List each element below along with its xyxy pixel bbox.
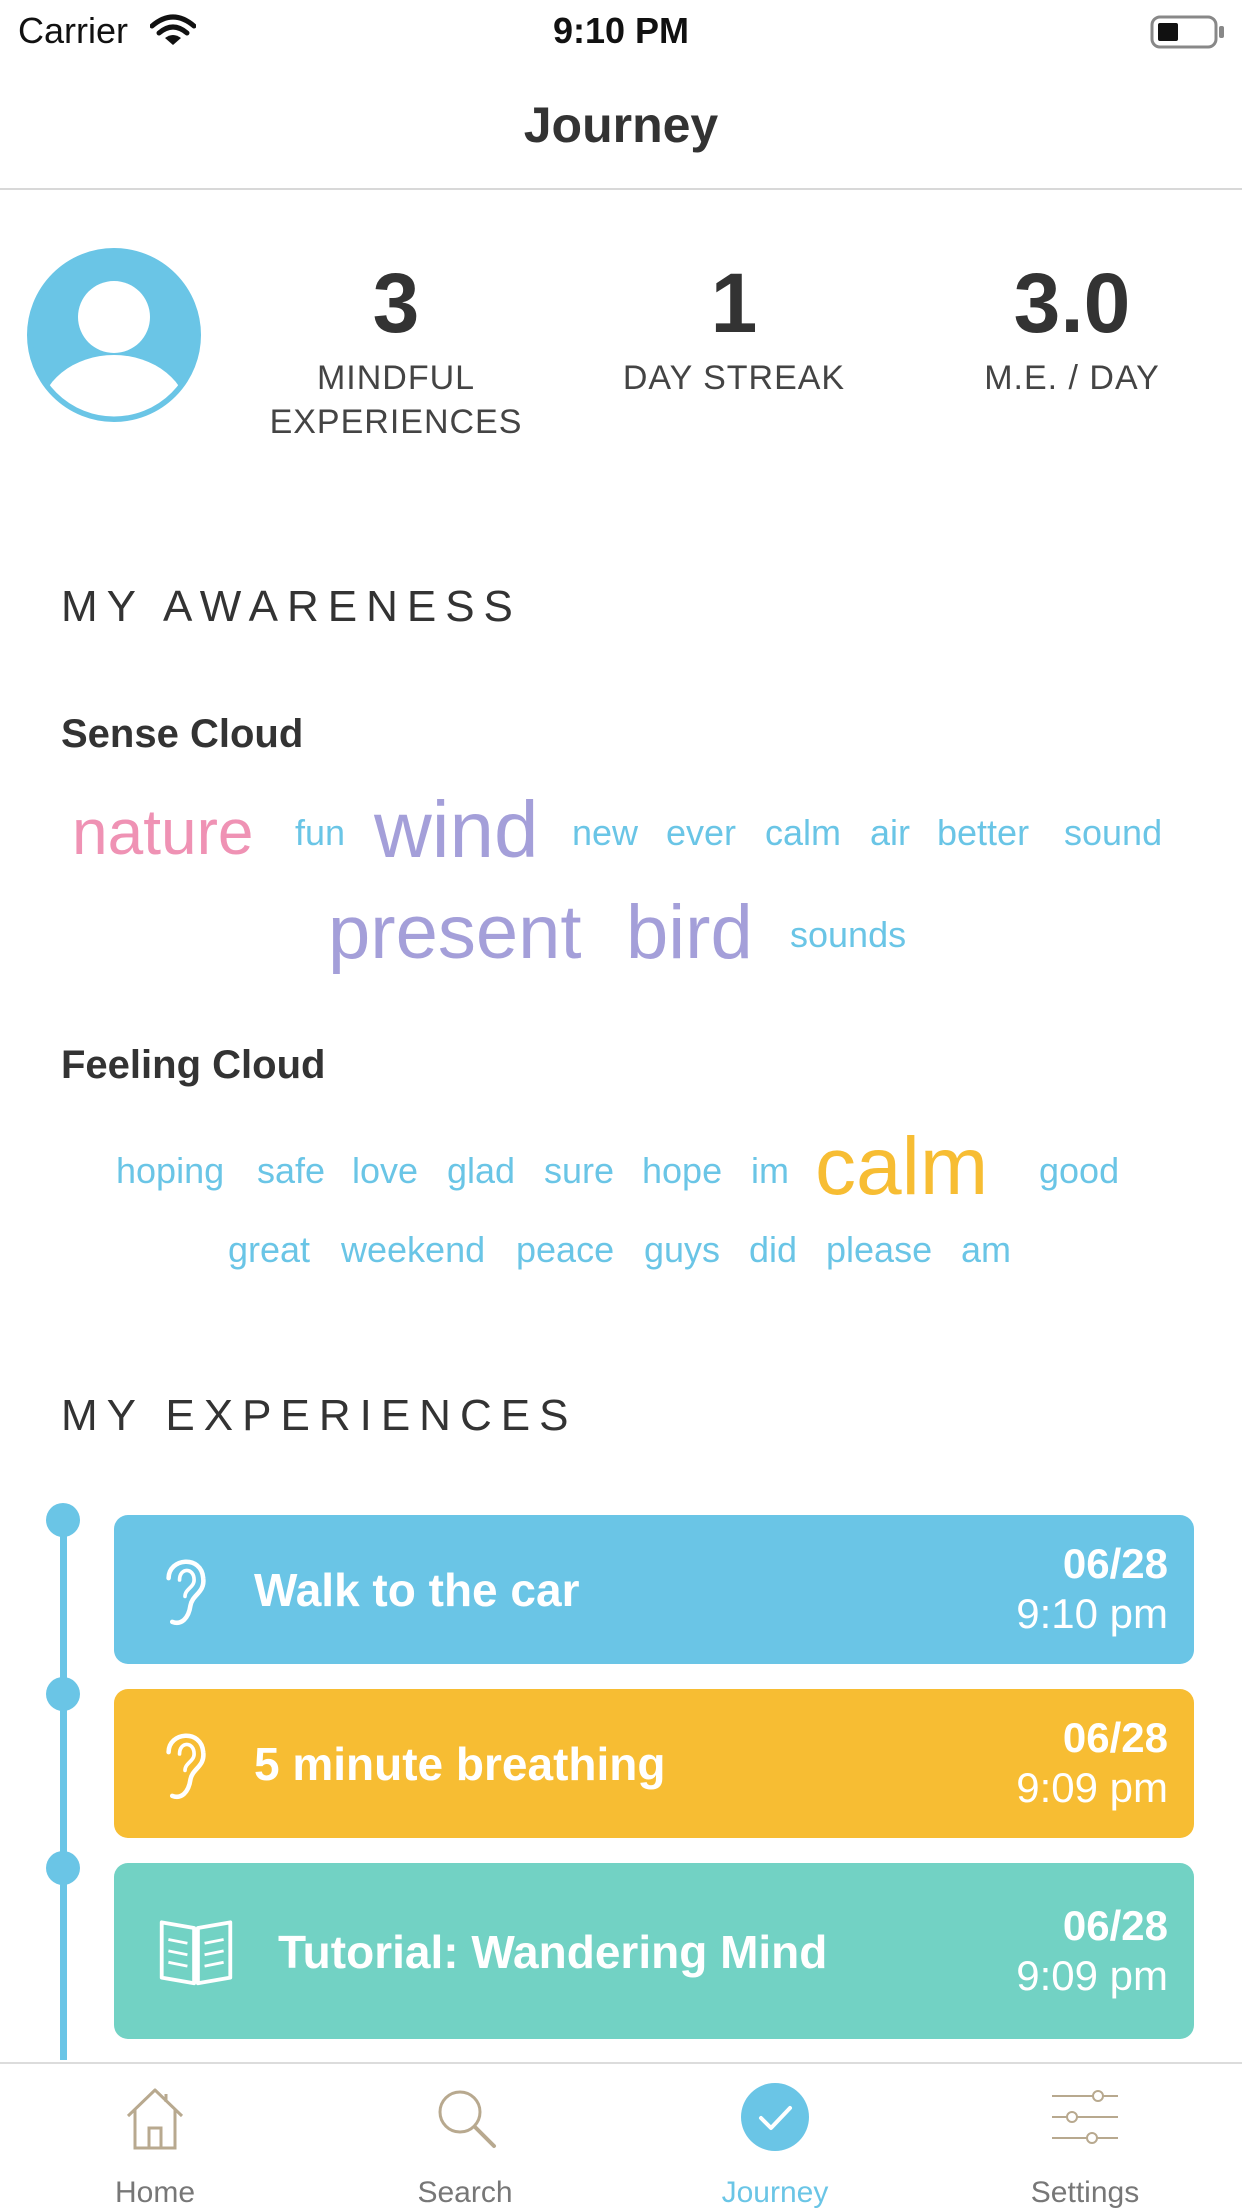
home-icon (126, 2088, 184, 2150)
feeling-word: glad (447, 1150, 516, 1191)
timeline-dot (46, 1503, 80, 1537)
experience-date: 06/28 (1062, 1714, 1168, 1761)
sense-word: air (870, 812, 911, 853)
sense-word: bird (626, 890, 753, 975)
stat-label: DAY STREAK (622, 359, 846, 397)
sense-word: better (937, 812, 1030, 853)
experience-time: 9:09 pm (1016, 1952, 1168, 1999)
feeling-word: safe (257, 1150, 326, 1191)
feeling-word: please (826, 1229, 933, 1270)
stat-value: 1 (710, 256, 758, 350)
sense-word: ever (666, 812, 737, 853)
stat-day-streak: 1 DAY STREAK (584, 258, 884, 400)
experience-card[interactable]: Walk to the car 06/28 9:10 pm (114, 1515, 1194, 1664)
experience-time: 9:09 pm (1016, 1764, 1168, 1811)
tab-home[interactable]: Home (0, 2064, 310, 2210)
experience-date: 06/28 (1062, 1902, 1168, 1949)
feeling-word: peace (516, 1229, 615, 1270)
experience-title: Walk to the car (254, 1564, 580, 1616)
stat-value: 3.0 (1013, 256, 1131, 350)
feeling-word: did (749, 1229, 798, 1270)
experience-card[interactable]: 5 minute breathing 06/28 9:09 pm (114, 1689, 1194, 1838)
tab-journey[interactable]: Journey (620, 2064, 930, 2210)
section-title-awareness: MY AWARENESS (61, 582, 522, 631)
book-icon (159, 1920, 233, 1986)
sense-word: sounds (790, 914, 907, 955)
sense-word: wind (374, 785, 539, 874)
ear-icon (166, 1733, 206, 1800)
timeline-dot (46, 1851, 80, 1885)
status-time: 9:10 PM (552, 10, 690, 51)
sense-word: sound (1064, 812, 1163, 853)
tab-label: Search (417, 2176, 513, 2209)
experience-time: 9:10 pm (1016, 1590, 1168, 1637)
sense-word: calm (765, 812, 842, 853)
feeling-word: am (961, 1229, 1012, 1270)
feeling-word: hope (642, 1150, 723, 1191)
feeling-word: hoping (116, 1150, 225, 1191)
nav-divider (0, 188, 1242, 190)
tab-search[interactable]: Search (310, 2064, 620, 2210)
stat-label-line: EXPERIENCES (269, 403, 523, 441)
avatar-icon[interactable] (26, 247, 202, 423)
page-title: Journey (523, 97, 719, 153)
sliders-icon (1052, 2090, 1118, 2144)
feeling-cloud-heading: Feeling Cloud (61, 1043, 326, 1087)
tab-bar: Home Search Journey Settings (0, 2062, 1242, 2210)
experience-card[interactable]: Tutorial: Wandering Mind 06/28 9:09 pm (114, 1863, 1194, 2039)
feeling-word: guys (644, 1229, 721, 1270)
experience-title: Tutorial: Wandering Mind (278, 1926, 828, 1978)
feeling-word: good (1039, 1150, 1120, 1191)
section-title-experiences: MY EXPERIENCES (61, 1391, 578, 1440)
sense-word: new (572, 812, 639, 853)
stat-value: 3 (372, 256, 420, 350)
tab-settings[interactable]: Settings (930, 2064, 1240, 2210)
battery-icon (1150, 15, 1224, 49)
feeling-word: great (228, 1229, 311, 1270)
feeling-word: im (751, 1150, 789, 1191)
search-icon (438, 2090, 496, 2148)
sense-word: present (328, 890, 582, 975)
feeling-word: love (352, 1150, 419, 1191)
ear-icon (166, 1559, 206, 1626)
tab-label: Journey (721, 2176, 829, 2209)
stat-mindful-experiences: 3 MINDFUL EXPERIENCES (246, 258, 546, 444)
stat-label: MINDFUL EXPERIENCES (246, 356, 546, 444)
feeling-word: weekend (341, 1229, 486, 1270)
experience-datetime: 06/28 9:10 pm (1016, 1539, 1168, 1639)
tab-label: Settings (1030, 2176, 1140, 2209)
sense-word: fun (295, 812, 346, 853)
experience-datetime: 06/28 9:09 pm (1016, 1713, 1168, 1813)
stat-label: M.E. / DAY (984, 359, 1160, 397)
sense-word: nature (72, 796, 254, 868)
check-circle-icon (741, 2083, 809, 2151)
stat-label-line: MINDFUL (316, 359, 476, 397)
timeline-dot (46, 1677, 80, 1711)
stat-me-per-day: 3.0 M.E. / DAY (922, 258, 1222, 400)
feeling-word: calm (815, 1121, 989, 1212)
experience-title: 5 minute breathing (254, 1738, 666, 1790)
experience-datetime: 06/28 9:09 pm (1016, 1901, 1168, 2001)
experience-date: 06/28 (1062, 1540, 1168, 1587)
tab-label: Home (114, 2176, 196, 2209)
timeline-line (60, 1520, 67, 2060)
sense-cloud-heading: Sense Cloud (61, 712, 304, 756)
feeling-word: sure (544, 1150, 615, 1191)
